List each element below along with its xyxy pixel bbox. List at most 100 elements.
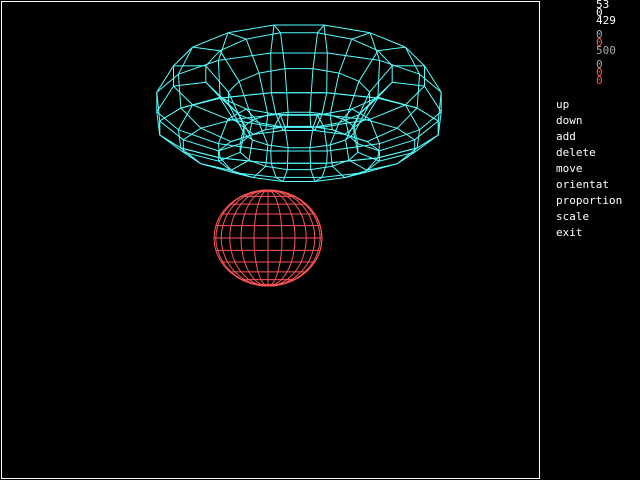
wire-segment — [229, 225, 232, 232]
wire-segment — [224, 256, 228, 263]
wire-segment — [234, 208, 239, 215]
3d-viewport[interactable] — [1, 1, 540, 479]
wire-segment — [348, 159, 368, 171]
sphere-wireframe-icon[interactable] — [213, 189, 323, 287]
menu-item-up[interactable]: up — [556, 99, 569, 111]
wire-segment — [326, 150, 328, 164]
menu-item-scale[interactable]: scale — [556, 211, 589, 223]
wire-segment — [329, 139, 346, 146]
wire-segment — [304, 225, 307, 232]
wire-segment — [309, 68, 314, 113]
wire-segment — [246, 32, 281, 40]
wire-segment — [326, 52, 328, 93]
wire-segment — [232, 213, 236, 220]
wire-segment — [317, 24, 325, 34]
wire-segment — [288, 208, 292, 215]
wire-segment — [257, 199, 260, 205]
wire-segment — [290, 199, 296, 205]
menu-item-proportion[interactable]: proportion — [556, 195, 622, 207]
wire-segment — [321, 92, 328, 115]
wire-segment — [192, 104, 229, 120]
wire-segment — [317, 244, 321, 251]
wire-segment — [246, 266, 250, 273]
menu-item-move[interactable]: move — [556, 163, 583, 175]
wireframe-scene[interactable] — [2, 2, 540, 479]
wire-segment — [254, 250, 256, 257]
wire-segment — [377, 60, 381, 99]
wire-segment — [213, 230, 216, 239]
wire-segment — [242, 256, 246, 263]
wire-segment — [205, 65, 229, 93]
menu-item-add[interactable]: add — [556, 131, 576, 143]
wire-segment — [267, 284, 277, 287]
wire-segment — [317, 32, 352, 40]
wire-segment — [290, 213, 294, 220]
wire-segment — [348, 151, 359, 161]
wire-segment — [364, 118, 398, 129]
wire-segment — [173, 46, 193, 67]
menu-item-orientat[interactable]: orientat — [556, 179, 609, 191]
menu-item-exit[interactable]: exit — [556, 227, 583, 239]
wire-segment — [256, 203, 259, 209]
wire-segment — [258, 68, 286, 74]
stat-readout-3: 429 — [596, 14, 616, 27]
wire-segment — [345, 139, 350, 161]
wire-segment — [240, 244, 243, 251]
wire-segment — [304, 208, 309, 215]
wire-segment — [238, 72, 260, 82]
wire-segment — [265, 165, 288, 171]
wire-segment — [366, 141, 380, 152]
wire-segment — [310, 250, 314, 257]
wire-segment — [273, 24, 281, 34]
wire-segment — [173, 81, 206, 87]
wire-segment — [405, 85, 425, 106]
wire-segment — [237, 266, 242, 273]
wire-segment — [280, 219, 282, 226]
torus-wireframe-icon[interactable] — [156, 24, 442, 182]
wire-segment — [282, 169, 288, 182]
wire-segment — [297, 261, 302, 268]
menu-item-down[interactable]: down — [556, 115, 583, 127]
wire-segment — [274, 275, 277, 280]
wire-segment — [312, 244, 315, 251]
wire-segment — [259, 189, 269, 192]
wire-segment — [230, 250, 234, 257]
wire-segment — [200, 118, 234, 129]
wire-segment — [244, 208, 248, 215]
wire-segment — [257, 271, 260, 277]
wire-segment — [278, 208, 281, 215]
wire-segment — [292, 219, 295, 226]
wire-segment — [416, 134, 439, 149]
wire-segment — [215, 225, 219, 232]
wire-segment — [192, 32, 229, 48]
wire-segment — [218, 141, 232, 152]
wire-segment — [310, 219, 314, 226]
wire-segment — [405, 46, 425, 67]
wire-segment — [424, 65, 442, 93]
wire-segment — [292, 250, 295, 257]
wire-segment — [323, 24, 371, 34]
wire-segment — [319, 231, 321, 239]
wire-segment — [265, 114, 269, 130]
wire-segment — [156, 65, 174, 93]
wire-segment — [218, 52, 271, 61]
wire-segment — [237, 203, 242, 210]
wire-segment — [320, 230, 323, 239]
wire-segment — [254, 256, 257, 263]
menu-item-delete[interactable]: delete — [556, 147, 596, 159]
wire-segment — [284, 68, 289, 113]
wire-segment — [177, 129, 182, 149]
wire-segment — [280, 250, 282, 257]
wire-segment — [369, 104, 406, 120]
wire-segment — [228, 80, 240, 93]
wire-segment — [230, 266, 236, 273]
wire-segment — [308, 256, 312, 263]
wire-segment — [178, 129, 219, 145]
wire-segment — [286, 275, 292, 280]
wire-segment — [377, 46, 406, 52]
wire-segment — [215, 237, 217, 245]
wire-segment — [396, 127, 415, 141]
wire-segment — [281, 275, 285, 280]
wire-segment — [270, 163, 277, 178]
wire-segment — [276, 271, 279, 277]
